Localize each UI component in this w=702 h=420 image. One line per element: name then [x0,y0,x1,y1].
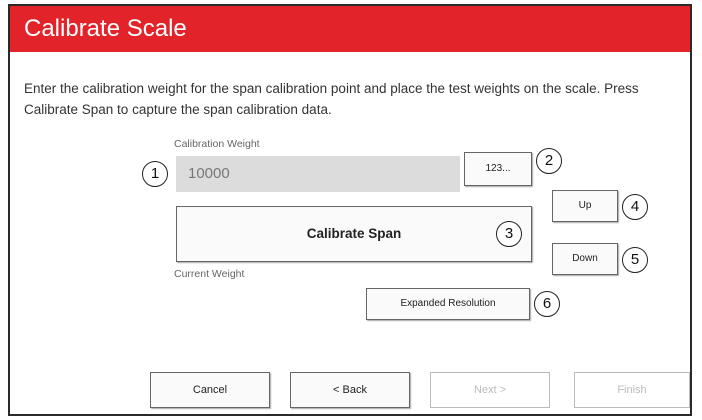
finish-button[interactable]: Finish [574,372,690,408]
down-button[interactable]: Down [552,243,618,275]
calibrate-scale-dialog: Calibrate Scale Enter the calibration we… [8,4,692,416]
calibration-weight-field[interactable]: 10000 [176,156,460,192]
callout-2: 2 [536,148,562,174]
up-button[interactable]: Up [552,190,618,222]
callout-4: 4 [622,194,648,220]
next-button[interactable]: Next > [430,372,550,408]
callout-5: 5 [622,247,648,273]
dialog-title: Calibrate Scale [10,6,690,52]
callout-3: 3 [496,221,522,247]
expanded-resolution-button[interactable]: Expanded Resolution [366,288,530,320]
callout-6: 6 [534,291,560,317]
current-weight-label: Current Weight [174,268,245,280]
back-button[interactable]: < Back [290,372,410,408]
calibration-weight-label: Calibration Weight [174,138,260,150]
cancel-button[interactable]: Cancel [150,372,270,408]
instructions-text: Enter the calibration weight for the spa… [24,81,639,117]
keypad-button[interactable]: 123... [464,152,532,186]
calibrate-span-button[interactable]: Calibrate Span [176,206,532,262]
callout-1: 1 [142,161,168,187]
